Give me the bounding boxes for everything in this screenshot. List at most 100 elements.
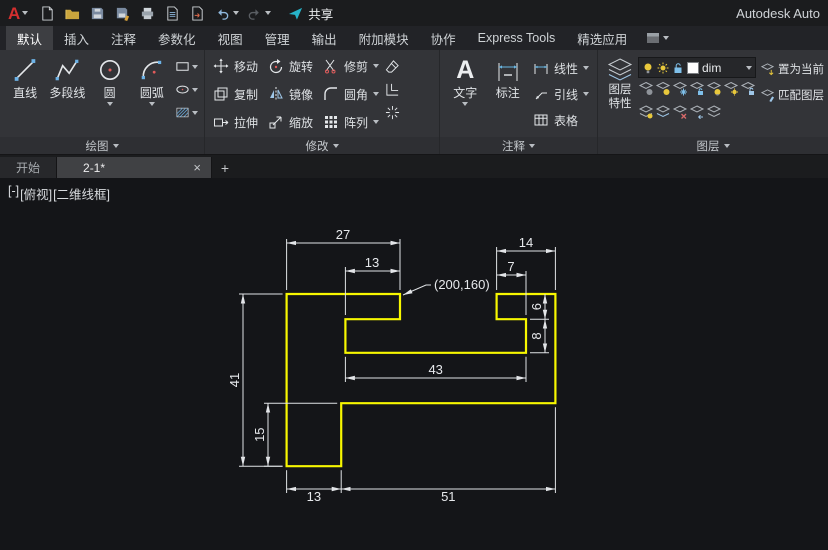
layer-thaw-all-button[interactable] bbox=[723, 81, 739, 101]
linear-dimension-button[interactable]: 线性 bbox=[529, 55, 593, 81]
make-current-button[interactable]: 置为当前 bbox=[760, 61, 824, 77]
layer-on-icon bbox=[644, 63, 652, 73]
ribbon-tab-featured-apps[interactable]: 精选应用 bbox=[566, 26, 638, 50]
panel-footer-annotation[interactable]: 注释 bbox=[440, 137, 597, 154]
ribbon-tab-parametric[interactable]: 参数化 bbox=[147, 26, 207, 50]
explode-button[interactable] bbox=[385, 105, 400, 120]
ribbon-tab-output[interactable]: 输出 bbox=[301, 26, 348, 50]
trim-button[interactable]: 修剪 bbox=[319, 53, 383, 79]
layer-unlock-button[interactable] bbox=[740, 81, 756, 101]
circle-button[interactable]: 圆 bbox=[89, 53, 131, 106]
panel-footer-annotation-label: 注释 bbox=[502, 140, 525, 153]
svg-text:7: 7 bbox=[507, 259, 514, 274]
ellipse-button[interactable] bbox=[175, 82, 198, 97]
ribbon: 直线 多段线 圆 圆弧 绘图 移动 复制 拉伸 旋转 镜像 缩放 修剪 圆角 阵… bbox=[0, 50, 828, 155]
array-button[interactable]: 阵列 bbox=[319, 109, 383, 135]
save-as-button[interactable] bbox=[112, 4, 132, 23]
stretch-button[interactable]: 拉伸 bbox=[209, 109, 262, 135]
ribbon-tab-addins[interactable]: 附加模块 bbox=[348, 26, 420, 50]
redo-button[interactable] bbox=[244, 4, 264, 23]
polyline-button[interactable]: 多段线 bbox=[46, 53, 88, 101]
layer-freeze-button[interactable] bbox=[672, 81, 688, 101]
layer-states-button[interactable] bbox=[706, 104, 722, 124]
dimension-button[interactable]: 标注 bbox=[486, 53, 528, 101]
text-button[interactable]: A 文字 bbox=[444, 53, 486, 106]
ribbon-tab-annotate[interactable]: 注释 bbox=[100, 26, 147, 50]
svg-text:6: 6 bbox=[529, 303, 544, 310]
layer-delete-button[interactable] bbox=[672, 104, 688, 124]
panel-footer-modify[interactable]: 修改 bbox=[205, 137, 439, 154]
file-tab-start[interactable]: 开始 bbox=[0, 157, 58, 178]
new-file-icon bbox=[42, 5, 53, 21]
layer-combo[interactable]: dim bbox=[638, 57, 756, 78]
file-tab-drawing[interactable]: 2-1* × bbox=[57, 157, 213, 178]
ribbon-display-toggle[interactable] bbox=[638, 26, 677, 50]
save-icon bbox=[91, 7, 103, 19]
plot-button[interactable] bbox=[137, 4, 157, 23]
open-file-button[interactable] bbox=[62, 4, 82, 23]
undo-dropdown-icon[interactable] bbox=[233, 11, 240, 15]
new-file-button[interactable] bbox=[37, 4, 57, 23]
layer-properties-button[interactable]: 图层 特性 bbox=[602, 53, 638, 112]
mirror-button[interactable]: 镜像 bbox=[264, 81, 317, 107]
leader-icon bbox=[535, 92, 547, 100]
match-layer-button[interactable]: 匹配图层 bbox=[760, 87, 824, 103]
rectangle-button[interactable] bbox=[175, 59, 198, 74]
line-button[interactable]: 直线 bbox=[4, 53, 46, 101]
panel-footer-draw[interactable]: 绘图 bbox=[0, 137, 204, 154]
rotate-icon bbox=[269, 59, 283, 74]
leader-label: 引线 bbox=[553, 87, 578, 102]
new-drawing-tab-button[interactable]: + bbox=[212, 157, 238, 178]
scale-label: 缩放 bbox=[289, 115, 314, 130]
visual-style-control[interactable]: [二维线框] bbox=[53, 184, 110, 203]
rotate-button[interactable]: 旋转 bbox=[264, 53, 317, 79]
circle-icon bbox=[99, 59, 120, 81]
svg-text:27: 27 bbox=[336, 227, 350, 242]
hatch-button[interactable] bbox=[175, 105, 198, 120]
erase-button[interactable] bbox=[385, 59, 400, 74]
publish-button[interactable] bbox=[162, 4, 182, 23]
layer-lock-button[interactable] bbox=[689, 81, 705, 101]
panel-footer-layers[interactable]: 图层 bbox=[598, 137, 828, 154]
layer-merge-button[interactable] bbox=[655, 104, 671, 124]
layer-previous-button[interactable] bbox=[689, 104, 705, 124]
layer-isolate-button[interactable] bbox=[655, 81, 671, 101]
share-button[interactable]: 共享 bbox=[288, 4, 333, 23]
save-button[interactable] bbox=[87, 4, 107, 23]
layer-unisolate-button[interactable] bbox=[638, 104, 654, 124]
undo-button[interactable] bbox=[212, 4, 232, 23]
etransmit-button[interactable] bbox=[187, 4, 207, 23]
chevron-down-icon bbox=[373, 64, 380, 68]
drawing-canvas[interactable]: [-] [俯视] [二维线框] 27 13 14 7 6 8 43 41 15 13 51 (200,… bbox=[0, 178, 828, 550]
offset-icon bbox=[386, 83, 399, 96]
scale-button[interactable]: 缩放 bbox=[264, 109, 317, 135]
app-menu-button[interactable]: A bbox=[8, 5, 29, 22]
table-button[interactable]: 表格 bbox=[529, 107, 593, 133]
layer-on-button[interactable] bbox=[706, 81, 722, 101]
ribbon-tab-express-tools[interactable]: Express Tools bbox=[467, 26, 567, 50]
ribbon-tab-insert[interactable]: 插入 bbox=[53, 26, 100, 50]
arc-button[interactable]: 圆弧 bbox=[131, 53, 173, 106]
close-tab-icon[interactable]: × bbox=[193, 160, 201, 175]
ribbon-tab-view[interactable]: 视图 bbox=[207, 26, 254, 50]
copy-button[interactable]: 复制 bbox=[209, 81, 262, 107]
viewport-menu-control[interactable]: [-] bbox=[8, 184, 19, 203]
chevron-down-icon bbox=[723, 143, 730, 148]
ribbon-tab-collaborate[interactable]: 协作 bbox=[420, 26, 467, 50]
linear-dimension-icon bbox=[534, 64, 548, 74]
drawing-svg: 27 13 14 7 6 8 43 41 15 13 51 (200,160) bbox=[227, 227, 557, 504]
fillet-button[interactable]: 圆角 bbox=[319, 81, 383, 107]
trim-label: 修剪 bbox=[344, 59, 369, 74]
undo-icon bbox=[218, 8, 229, 20]
offset-button[interactable] bbox=[385, 82, 400, 97]
leader-button[interactable]: 引线 bbox=[529, 81, 593, 107]
share-icon bbox=[289, 7, 303, 20]
ribbon-panel-icon bbox=[647, 33, 660, 43]
move-button[interactable]: 移动 bbox=[209, 53, 262, 79]
redo-dropdown-icon[interactable] bbox=[265, 11, 272, 15]
ribbon-tab-home[interactable]: 默认 bbox=[6, 26, 54, 50]
layer-off-button[interactable] bbox=[638, 81, 654, 101]
ribbon-tab-manage[interactable]: 管理 bbox=[254, 26, 301, 50]
stretch-label: 拉伸 bbox=[234, 115, 259, 130]
view-control[interactable]: [俯视] bbox=[20, 184, 52, 203]
